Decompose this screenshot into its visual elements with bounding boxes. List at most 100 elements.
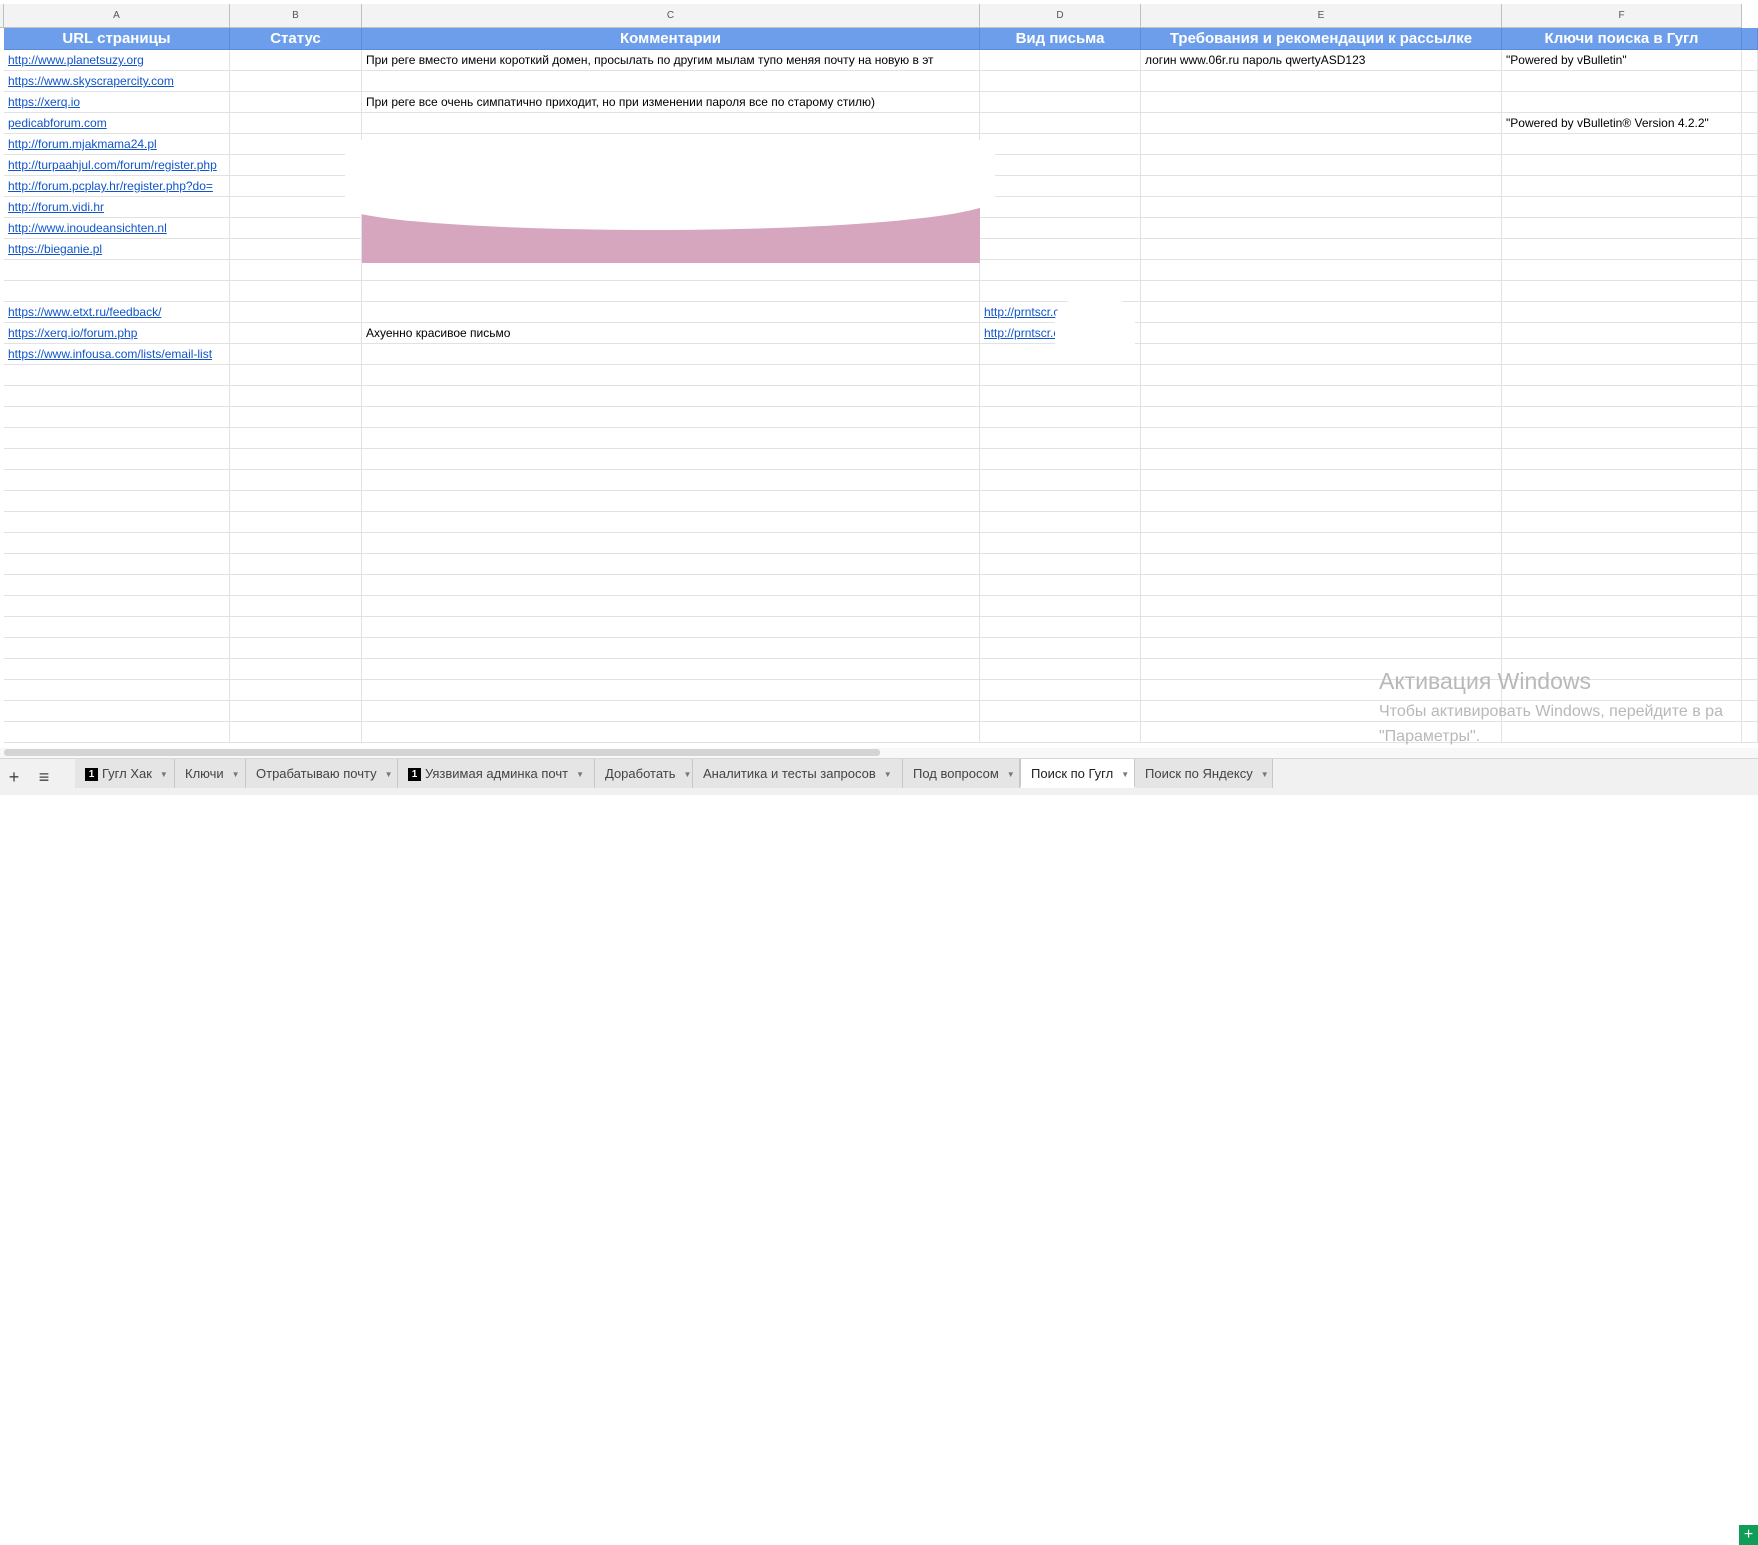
cell-c[interactable] <box>362 596 980 617</box>
cell-d[interactable] <box>980 491 1141 512</box>
cell-a[interactable]: http://forum.vidi.hr <box>4 197 230 218</box>
cell-e[interactable] <box>1141 575 1502 596</box>
cell-b[interactable] <box>230 365 362 386</box>
url-link[interactable]: https://www.infousa.com/lists/email-list <box>8 347 212 361</box>
cell-g[interactable] <box>1742 575 1758 596</box>
cell-b[interactable] <box>230 617 362 638</box>
cell-a[interactable] <box>4 722 230 743</box>
column-header-d[interactable]: D <box>980 4 1141 28</box>
cell-b[interactable] <box>230 239 362 260</box>
cell-g[interactable] <box>1742 617 1758 638</box>
cell-a[interactable] <box>4 680 230 701</box>
cell-a[interactable] <box>4 260 230 281</box>
cell-b[interactable] <box>230 428 362 449</box>
cell-f[interactable] <box>1502 71 1742 92</box>
cell-c[interactable] <box>362 470 980 491</box>
all-sheets-button[interactable]: ≡ <box>32 767 56 787</box>
cell-g[interactable] <box>1742 638 1758 659</box>
column-header-f[interactable]: F <box>1502 4 1742 28</box>
cell-c[interactable]: При реге все очень симпатично приходит, … <box>362 92 980 113</box>
header-cell[interactable] <box>1742 28 1758 50</box>
cell-f[interactable] <box>1502 176 1742 197</box>
cell-a[interactable] <box>4 449 230 470</box>
url-link[interactable]: http://forum.mjakmama24.pl <box>8 137 157 151</box>
cell-b[interactable] <box>230 659 362 680</box>
cell-c[interactable] <box>362 680 980 701</box>
cell-d[interactable] <box>980 575 1141 596</box>
cell-d[interactable] <box>980 92 1141 113</box>
cell-a[interactable]: https://www.skyscrapercity.com <box>4 71 230 92</box>
cell-d[interactable] <box>980 659 1141 680</box>
cell-f[interactable] <box>1502 449 1742 470</box>
chevron-down-icon[interactable]: ▼ <box>684 760 692 789</box>
cell-c[interactable] <box>362 638 980 659</box>
url-link[interactable]: https://www.skyscrapercity.com <box>8 74 174 88</box>
url-link[interactable]: http://prntscr.c <box>984 305 1059 319</box>
cell-d[interactable] <box>980 176 1141 197</box>
cell-a[interactable] <box>4 428 230 449</box>
cell-f[interactable] <box>1502 554 1742 575</box>
cell-f[interactable] <box>1502 491 1742 512</box>
cell-a[interactable] <box>4 659 230 680</box>
chevron-down-icon[interactable]: ▼ <box>1007 760 1015 789</box>
cell-c[interactable]: При реге вместо имени короткий домен, пр… <box>362 50 980 71</box>
cell-e[interactable] <box>1141 428 1502 449</box>
cell-d[interactable] <box>980 218 1141 239</box>
column-header-b[interactable]: B <box>230 4 362 28</box>
cell-c[interactable] <box>362 722 980 743</box>
tab-4[interactable]: 1 Уязвимая админка почт ▼ <box>398 759 595 788</box>
cell-a[interactable]: http://forum.mjakmama24.pl <box>4 134 230 155</box>
cell-b[interactable] <box>230 113 362 134</box>
cell-b[interactable] <box>230 470 362 491</box>
cell-f[interactable] <box>1502 281 1742 302</box>
cell-a[interactable] <box>4 407 230 428</box>
cell-g[interactable] <box>1742 407 1758 428</box>
cell-a[interactable]: pedicabforum.com <box>4 113 230 134</box>
cell-g[interactable] <box>1742 323 1758 344</box>
cell-b[interactable] <box>230 71 362 92</box>
cell-e[interactable] <box>1141 533 1502 554</box>
cell-b[interactable] <box>230 344 362 365</box>
cell-d[interactable] <box>980 722 1141 743</box>
cell-a[interactable]: https://www.etxt.ru/feedback/ <box>4 302 230 323</box>
cell-b[interactable] <box>230 596 362 617</box>
cell-g[interactable] <box>1742 197 1758 218</box>
cell-f[interactable] <box>1502 596 1742 617</box>
cell-a[interactable] <box>4 701 230 722</box>
cell-g[interactable] <box>1742 302 1758 323</box>
cell-c[interactable] <box>362 428 980 449</box>
cell-b[interactable] <box>230 218 362 239</box>
cell-c[interactable] <box>362 617 980 638</box>
cell-e[interactable] <box>1141 134 1502 155</box>
cell-c[interactable] <box>362 491 980 512</box>
cell-g[interactable] <box>1742 344 1758 365</box>
chevron-down-icon[interactable]: ▼ <box>385 760 393 789</box>
cell-f[interactable] <box>1502 344 1742 365</box>
cell-a[interactable]: http://turpaahjul.com/forum/register.php <box>4 155 230 176</box>
cell-f[interactable] <box>1502 197 1742 218</box>
chevron-down-icon[interactable]: ▼ <box>1121 760 1129 789</box>
cell-f[interactable] <box>1502 407 1742 428</box>
cell-a[interactable] <box>4 638 230 659</box>
cell-b[interactable] <box>230 176 362 197</box>
cell-f[interactable] <box>1502 218 1742 239</box>
header-cell[interactable]: Статус <box>230 28 362 50</box>
cell-a[interactable] <box>4 365 230 386</box>
cell-c[interactable] <box>362 533 980 554</box>
chevron-down-icon[interactable]: ▼ <box>1261 760 1269 789</box>
cell-e[interactable] <box>1141 197 1502 218</box>
cell-b[interactable] <box>230 386 362 407</box>
cell-d[interactable] <box>980 680 1141 701</box>
cell-b[interactable] <box>230 533 362 554</box>
column-header-e[interactable]: E <box>1141 4 1502 28</box>
cell-e[interactable] <box>1141 218 1502 239</box>
cell-f[interactable] <box>1502 92 1742 113</box>
cell-b[interactable] <box>230 260 362 281</box>
cell-d[interactable] <box>980 638 1141 659</box>
cell-a[interactable]: http://www.inoudeansichten.nl <box>4 218 230 239</box>
chevron-down-icon[interactable]: ▼ <box>232 760 240 789</box>
cell-f[interactable] <box>1502 323 1742 344</box>
cell-b[interactable] <box>230 323 362 344</box>
cell-d[interactable] <box>980 701 1141 722</box>
cell-d[interactable] <box>980 386 1141 407</box>
